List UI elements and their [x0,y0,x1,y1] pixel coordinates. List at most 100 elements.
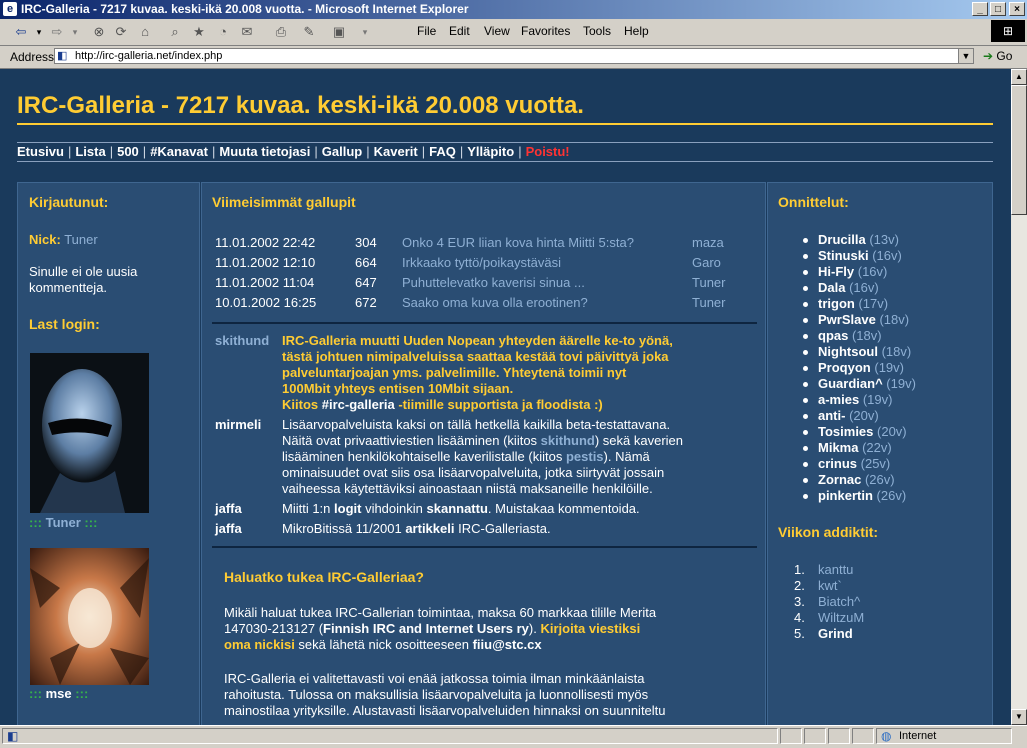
birthday-name[interactable]: crinus [818,456,857,471]
birthday-name[interactable]: qpas [818,328,848,343]
news-link[interactable]: skannattu [427,501,488,516]
birthday-name[interactable]: Tosimies [818,424,873,439]
gallup-question[interactable]: Saako oma kuva olla erootinen? [402,292,692,312]
news-author[interactable]: jaffa [215,501,242,516]
discuss-icon[interactable]: ▣ [330,23,348,41]
birthday-name[interactable]: Drucilla [818,232,866,247]
birthday-name[interactable]: Dala [818,280,845,295]
menu-tools[interactable]: Tools [583,24,611,38]
news-fragment: . Muistakaa kommentoida. [487,501,640,516]
birthday-name[interactable]: PwrSlave [818,312,876,327]
birthday-name[interactable]: Proqyon [818,360,871,375]
nav-faq[interactable]: FAQ [429,143,456,161]
birthday-name[interactable]: Mikma [818,440,858,455]
menu-view[interactable]: View [484,24,510,38]
status-segment [828,728,850,744]
nick-value[interactable]: Tuner [64,232,97,247]
internet-zone-icon: ◍ [881,729,892,743]
mail-icon[interactable]: ✉ [238,23,256,41]
nav-kaverit[interactable]: Kaverit [374,143,418,161]
nav-500[interactable]: 500 [117,143,139,161]
nav-kanavat[interactable]: #Kanavat [150,143,208,161]
support-line: 147030-213127 (Finnish IRC and Internet … [224,621,744,637]
birthday-name[interactable]: Guardian^ [818,376,883,391]
nav-lista[interactable]: Lista [75,143,105,161]
avatar-tuner[interactable] [30,353,149,513]
birthday-name[interactable]: trigon [818,296,855,311]
stop-icon[interactable]: ⊗ [90,23,108,41]
gallup-user[interactable]: maza [692,232,725,252]
windows-logo-icon: ⊞ [991,20,1025,42]
nav-gallup[interactable]: Gallup [322,143,362,161]
menu-edit[interactable]: Edit [449,24,470,38]
birthday-name[interactable]: Stinuski [818,248,869,263]
gallup-question[interactable]: Irkkaako tyttö/poikaystäväsi [402,252,692,272]
birthday-name[interactable]: a-mies [818,392,859,407]
address-dropdown-icon[interactable]: ▼ [958,49,973,63]
nav-muuta-tietojasi[interactable]: Muuta tietojasi [219,143,310,161]
back-icon[interactable]: ⇦ [12,23,30,41]
favorites-icon[interactable]: ★ [190,23,208,41]
avatar-tuner-name[interactable]: Tuner [46,515,81,530]
addict-name[interactable]: kanttu [818,562,853,577]
news-fragment: Näitä ovat privaattiviestien lisääminen … [282,433,541,448]
birthday-name[interactable]: Hi-Fly [818,264,854,279]
news-channel-link[interactable]: #irc-galleria [322,397,395,412]
birthday-name[interactable]: Zornac [818,472,861,487]
history-icon[interactable]: ◔ [214,23,232,41]
forward-dropdown-icon[interactable]: ▾ [66,23,84,41]
menu-favorites[interactable]: Favorites [521,24,570,38]
go-button[interactable]: ➔ Go [983,49,1012,63]
addict-name[interactable]: Grind [818,626,853,641]
print-icon[interactable]: ⎙ [272,23,290,41]
news-user-link[interactable]: pestis [566,449,604,464]
birthday-name[interactable]: pinkertin [818,488,873,503]
avatar-mse[interactable] [30,548,149,685]
gallup-user[interactable]: Tuner [692,292,725,312]
birthday-item: qpas (18v) [803,328,916,344]
news-author[interactable]: jaffa [215,521,242,536]
gallup-user[interactable]: Garo [692,252,725,272]
gallup-question[interactable]: Onko 4 EUR liian kova hinta Miitti 5:sta… [402,232,692,252]
edit-icon[interactable]: ✎ [300,23,318,41]
birthday-name[interactable]: Nightsoul [818,344,878,359]
news-link[interactable]: logit [334,501,361,516]
minimize-button[interactable]: _ [972,2,988,16]
nav-poistu[interactable]: Poistu! [526,143,570,161]
scroll-thumb[interactable] [1011,85,1027,215]
home-icon[interactable]: ⌂ [136,23,154,41]
news-link[interactable]: artikkeli [405,521,454,536]
addict-name[interactable]: Biatch^ [818,594,860,609]
scroll-down-button[interactable]: ▼ [1011,709,1027,725]
menu-file[interactable]: File [417,24,436,38]
addict-rank: 4. [794,610,805,625]
addict-name[interactable]: kwt` [818,578,842,593]
close-button[interactable]: × [1009,2,1025,16]
address-url[interactable]: http://irc-galleria.net/index.php [75,50,222,62]
news-user-link[interactable]: skithund [541,433,595,448]
gallup-question[interactable]: Puhuttelevatko kaverisi sinua ... [402,272,692,292]
search-icon[interactable]: ⌕ [166,23,184,41]
forward-icon[interactable]: ⇨ [48,23,66,41]
refresh-icon[interactable]: ⟳ [112,23,130,41]
news-author[interactable]: skithund [215,333,269,348]
support-email-link[interactable]: fiiu@stc.cx [473,637,542,652]
nav-yllapito[interactable]: Ylläpito [467,143,514,161]
gallup-user[interactable]: Tuner [692,272,725,292]
menu-help[interactable]: Help [624,24,649,38]
birthday-name[interactable]: anti- [818,408,845,423]
maximize-button[interactable]: □ [990,2,1006,16]
back-dropdown-icon[interactable]: ▾ [30,23,48,41]
scroll-up-button[interactable]: ▲ [1011,69,1027,85]
discuss-dropdown-icon[interactable]: ▾ [356,23,374,41]
nav-etusivu[interactable]: Etusivu [17,143,64,161]
news-author[interactable]: mirmeli [215,417,261,432]
birthday-age: (13v) [869,232,899,247]
avatar-mse-name[interactable]: mse [46,686,72,701]
addict-name[interactable]: WiltzuM [818,610,864,625]
logged-in-heading: Kirjautunut: [29,194,109,210]
vertical-scrollbar[interactable]: ▲ ▼ [1011,69,1027,725]
nav-separator: | [366,144,370,159]
birthday-age: (20v) [877,424,907,439]
address-input[interactable]: ◧ http://irc-galleria.net/index.php ▼ [54,48,974,64]
